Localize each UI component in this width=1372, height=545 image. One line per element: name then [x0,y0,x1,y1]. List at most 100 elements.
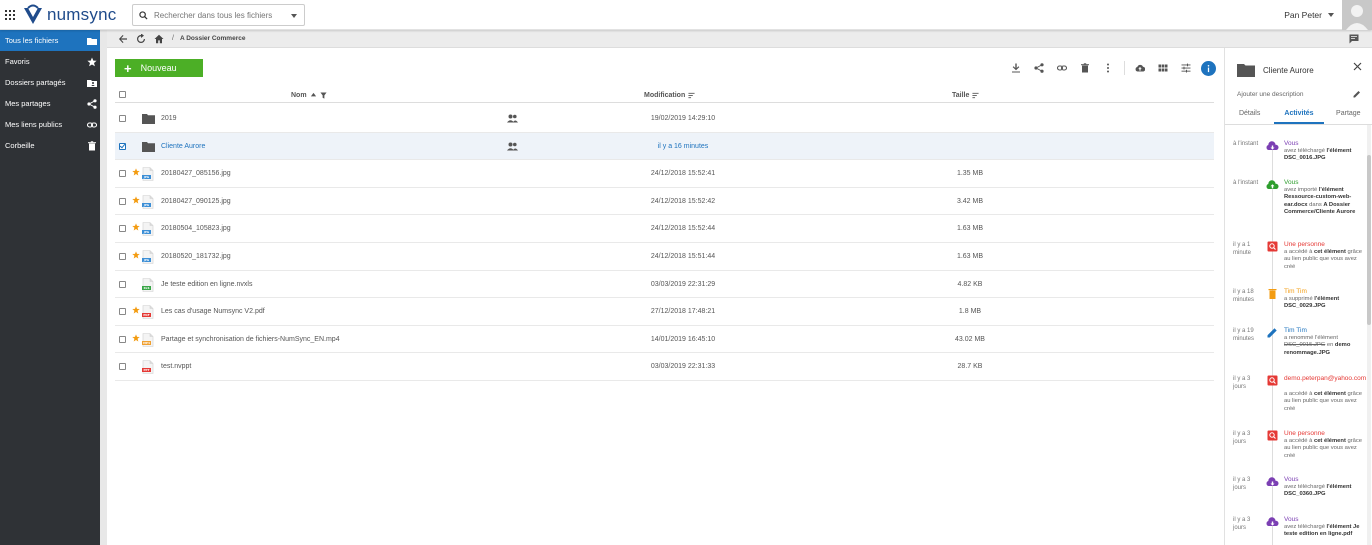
table-row[interactable]: XLS Je teste edition en ligne.nvxls 03/03/… [115,271,1214,299]
back-arrow-icon[interactable] [118,34,128,44]
row-checkbox[interactable] [119,170,126,178]
column-header-label: Nom [291,92,307,99]
trash-icon [1268,289,1277,299]
file-name[interactable]: Les cas d'usage Numsync V2.pdf [161,308,265,315]
close-icon[interactable] [1353,62,1362,71]
more-button[interactable] [1100,60,1116,76]
table-row[interactable]: 2019 19/02/2019 14:29:10 [115,105,1214,133]
star-icon[interactable] [132,168,140,176]
row-checkbox[interactable] [119,335,126,343]
activity-time: il y a 3 jours [1233,477,1251,491]
search-box[interactable] [132,4,305,26]
select-all-checkbox[interactable] [119,91,126,98]
file-toolbar [1001,60,1216,76]
row-checkbox[interactable] [119,142,126,150]
file-name[interactable]: 20180427_090125.jpg [161,198,231,205]
scrollbar-thumb[interactable] [1367,155,1371,325]
tab-details[interactable]: Détails [1225,105,1274,124]
sidebar-item-favorites[interactable]: Favoris [0,51,100,72]
sidebar-item-all-files[interactable]: Tous les fichiers [0,30,100,51]
download-button[interactable] [1008,60,1024,76]
table-row[interactable]: JPG 20180427_090125.jpg 24/12/2018 15:52:4… [115,188,1214,216]
activity-description: a renommé l'élément DSC_0015.JPG en demo… [1284,335,1351,356]
sidebar-item-my-shares[interactable]: Mes partages [0,93,100,114]
home-icon[interactable] [154,34,164,44]
file-name[interactable]: test.nvppt [161,363,191,370]
star-icon[interactable] [132,251,140,259]
upload-button[interactable] [1132,60,1148,76]
apps-grid-icon[interactable] [5,10,15,20]
tab-sharing[interactable]: Partage [1324,105,1372,124]
row-checkbox[interactable] [119,363,126,371]
delete-button[interactable] [1077,60,1093,76]
share-button[interactable] [1031,60,1047,76]
file-table: 2019 19/02/2019 14:29:10 Cliente Aurore il … [115,105,1214,381]
activity-description: a accédé à cet élément grâce au lien pub… [1284,249,1363,270]
row-checkbox[interactable] [119,225,126,233]
divider [100,30,107,545]
table-row[interactable]: Cliente Aurore il y a 16 minutes [115,132,1214,161]
file-name[interactable]: Cliente Aurore [161,143,205,150]
star-icon[interactable] [132,196,140,204]
filter-settings-button[interactable] [1178,60,1194,76]
new-button[interactable]: + Nouveau [115,59,203,77]
row-checkbox[interactable] [119,280,126,288]
table-row[interactable]: JPG 20180520_181732.jpg 24/12/2018 15:51:4… [115,243,1214,271]
modified-date: 14/01/2019 16:45:10 [650,335,716,343]
comment-icon[interactable] [1349,34,1359,44]
breadcrumb: / A Dossier Commerce [107,30,1372,48]
file-name[interactable]: 2019 [161,115,177,122]
table-row[interactable]: PPT test.nvppt 03/03/2019 22:31:33 28.7 KB [115,353,1214,381]
row-checkbox[interactable] [119,115,126,122]
star-icon[interactable] [132,306,140,314]
toolbar-divider [1124,61,1125,75]
refresh-icon[interactable] [136,33,146,44]
sidebar-item-public-links[interactable]: Mes liens publics [0,114,100,135]
star-icon[interactable] [132,223,140,231]
search-input[interactable] [154,10,284,20]
sidebar: Tous les fichiers Favoris Dossiers parta… [0,30,100,545]
avatar[interactable] [1342,0,1372,30]
plus-icon: + [124,60,132,76]
file-name[interactable]: Je teste edition en ligne.nvxls [161,281,252,288]
breadcrumb-current[interactable]: A Dossier Commerce [180,35,246,42]
row-checkbox[interactable] [119,197,126,205]
activity-time: il y a 3 jours [1233,376,1251,390]
star-icon[interactable] [132,334,140,342]
activity-time: il y a 3 jours [1233,517,1251,531]
share-icon [87,98,97,109]
panel-scrollbar[interactable] [1367,125,1371,545]
column-header-name[interactable]: Nom [291,92,327,99]
filter-icon[interactable] [320,92,327,99]
modified-date: 19/02/2019 14:29:10 [650,115,716,122]
column-header-size[interactable]: Taille [952,92,979,99]
activity-description: a accédé à cet élément grâce au lien pub… [1284,391,1363,412]
table-row[interactable]: MP4 Partage et synchronisation de fichier… [115,326,1214,354]
sidebar-item-label: Favoris [5,57,30,66]
info-button[interactable] [1201,60,1216,76]
link-icon [87,121,97,128]
user-menu[interactable]: Pan Peter [1284,10,1334,20]
file-name[interactable]: 20180504_105823.jpg [161,225,231,232]
tab-activities[interactable]: Activités [1274,105,1324,124]
table-row[interactable]: JPG 20180504_105823.jpg 24/12/2018 15:52:4… [115,215,1214,243]
sidebar-item-trash[interactable]: Corbeille [0,135,100,156]
grid-view-button[interactable] [1155,60,1171,76]
file-name[interactable]: Partage et synchronisation de fichiers-N… [161,336,340,343]
column-header-modified[interactable]: Modification [644,92,695,99]
table-row[interactable]: PDF Les cas d'usage Numsync V2.pdf 27/12/2… [115,298,1214,326]
panel-tabs: Détails Activités Partage [1225,105,1372,125]
link-button[interactable] [1054,60,1070,76]
download-icon [1012,63,1020,73]
pencil-icon[interactable] [1353,90,1361,98]
app-logo[interactable]: numsync [22,4,116,26]
sidebar-item-shared-folders[interactable]: Dossiers partagés [0,72,100,93]
cloud-download-icon [1266,141,1279,150]
row-checkbox[interactable] [119,252,126,260]
row-checkbox[interactable] [119,308,126,316]
file-name[interactable]: 20180520_181732.jpg [161,253,231,260]
description-field[interactable]: Ajouter une description [1237,91,1304,98]
table-row[interactable]: JPG 20180427_085156.jpg 24/12/2018 15:52:4… [115,160,1214,188]
file-name[interactable]: 20180427_085156.jpg [161,170,231,177]
search-dropdown-icon[interactable] [291,14,297,18]
